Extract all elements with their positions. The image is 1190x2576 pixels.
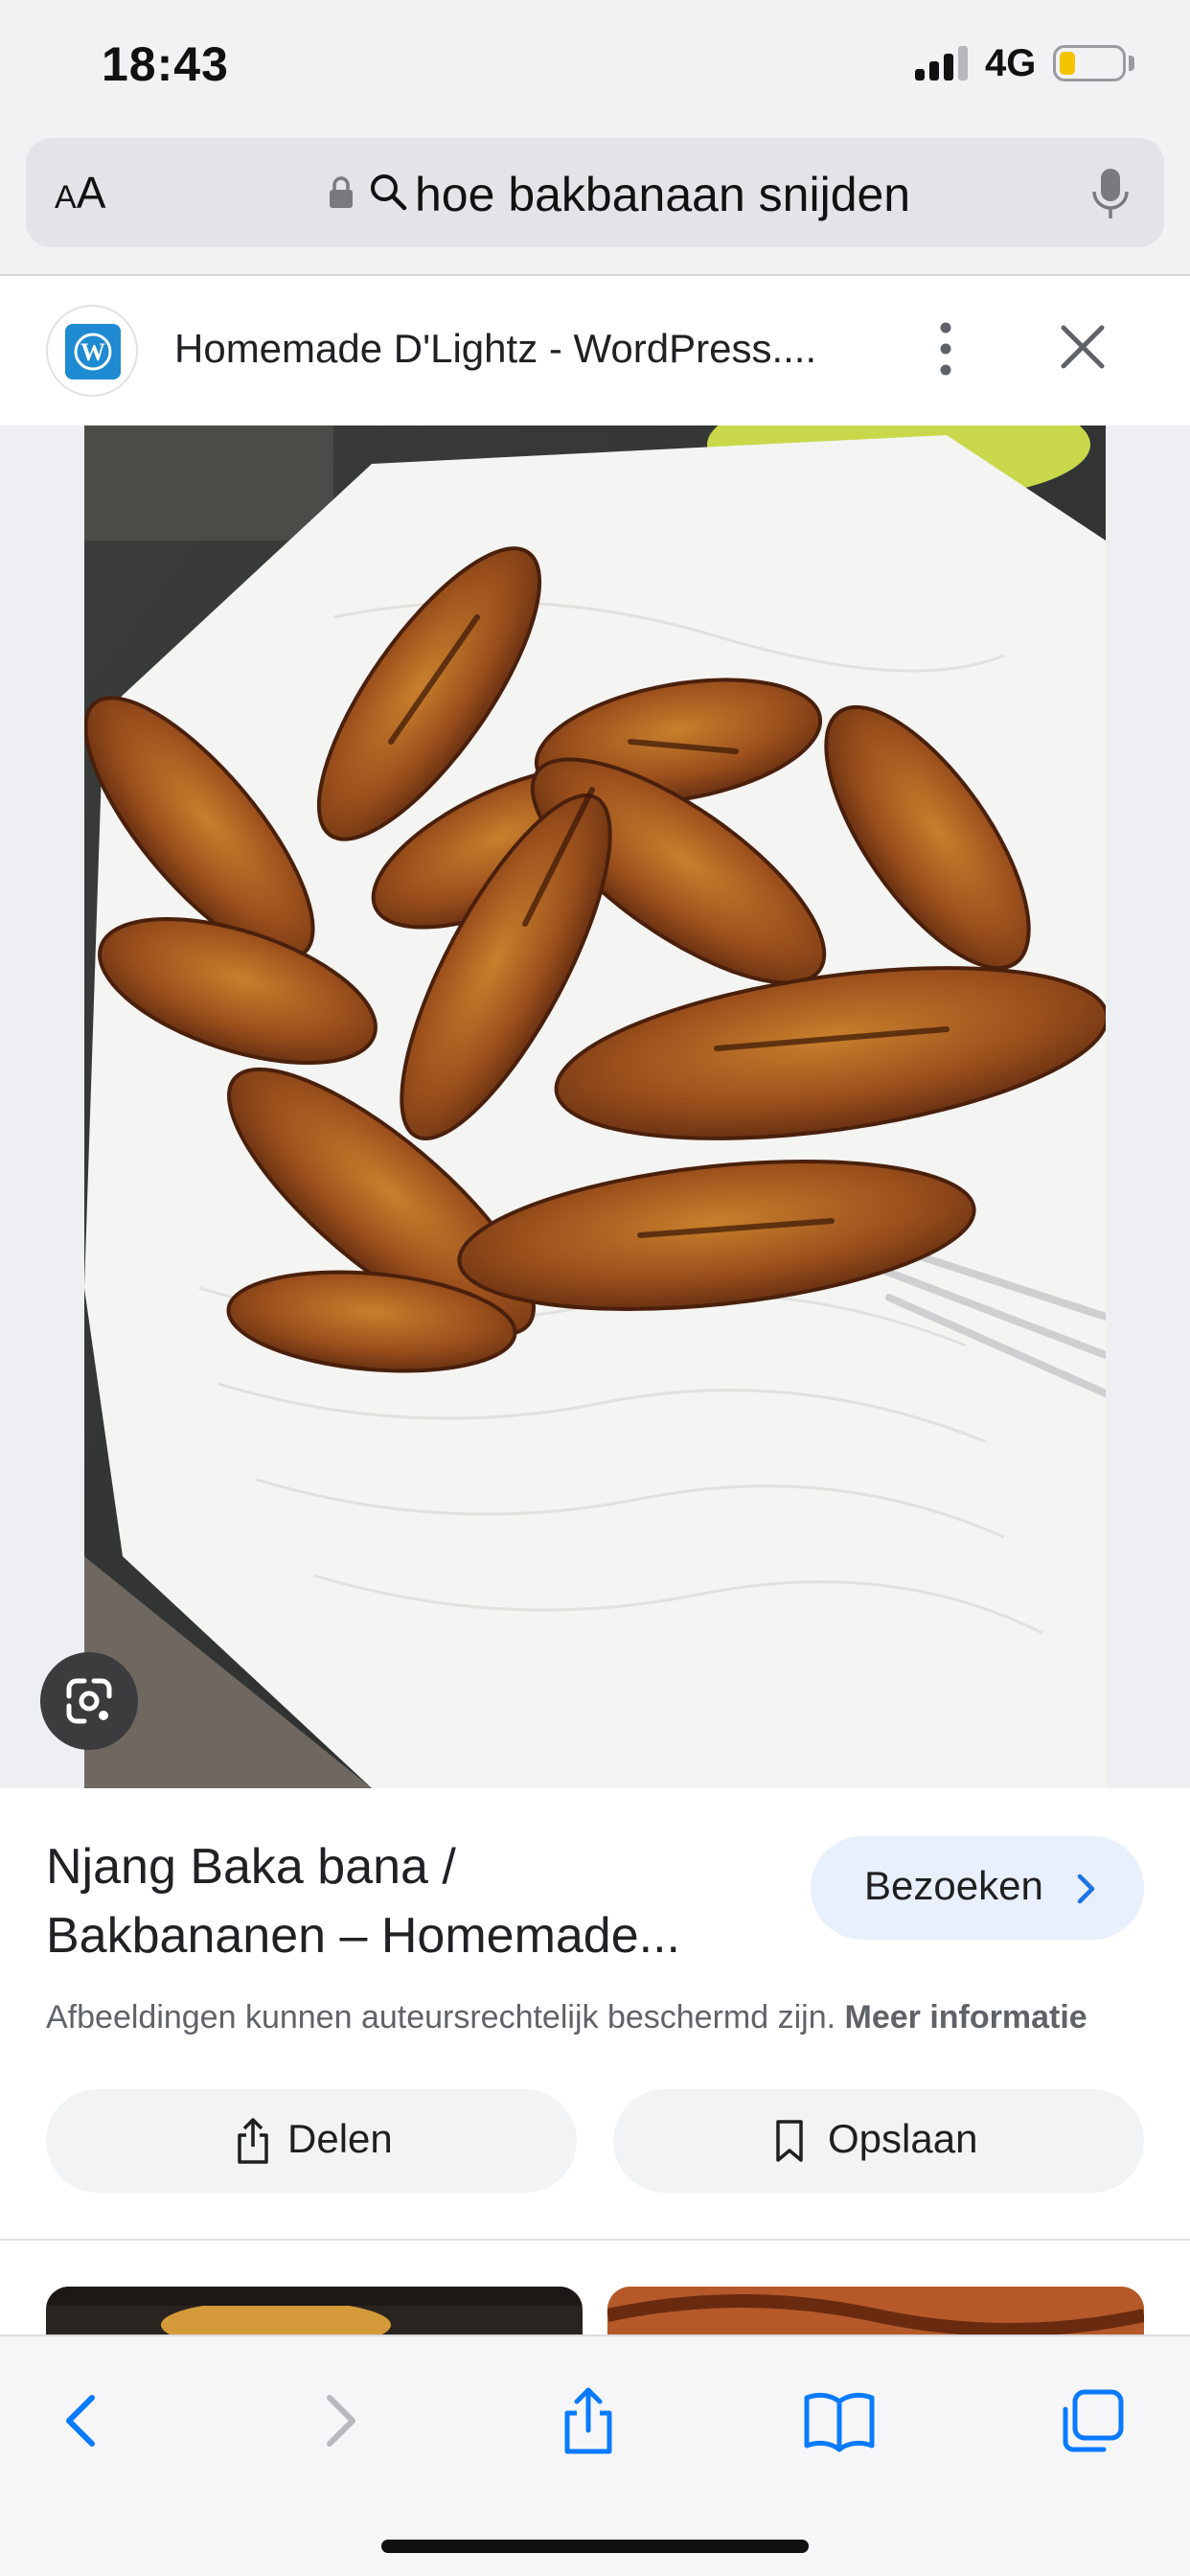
- chevron-left-icon[interactable]: [44, 2382, 121, 2459]
- aa-large-letter: A: [76, 168, 106, 218]
- more-info-link[interactable]: Meer informatie: [845, 1999, 1087, 2036]
- save-label: Opslaan: [828, 2116, 978, 2161]
- address-bar[interactable]: AA hoe bakbanaan snijden: [26, 138, 1164, 247]
- reader-aa-button[interactable]: AA: [55, 167, 105, 218]
- book-icon[interactable]: [801, 2382, 878, 2459]
- visit-button-label: Bezoeken: [864, 1863, 1043, 1908]
- cellular-signal-icon: [915, 46, 969, 80]
- tabs-icon[interactable]: [1054, 2382, 1131, 2459]
- more-vertical-icon[interactable]: [931, 318, 960, 380]
- aa-small-letter: A: [55, 179, 77, 216]
- wordpress-icon: W: [65, 324, 121, 380]
- share-label: Delen: [287, 2116, 393, 2161]
- search-icon: [371, 174, 407, 211]
- close-icon[interactable]: [1058, 322, 1108, 372]
- status-time: 18:43: [102, 37, 229, 91]
- fried-plantain-image[interactable]: [84, 426, 1106, 1788]
- share-icon: [238, 2118, 268, 2164]
- result-title-line2: Bakbananen – Homemade...: [46, 1908, 680, 1964]
- image-area: [0, 426, 1190, 1788]
- share-button[interactable]: Delen: [46, 2089, 577, 2193]
- battery-cap: [1129, 56, 1134, 71]
- home-indicator: [381, 2540, 809, 2553]
- bookmark-icon: [776, 2120, 803, 2162]
- source-header: W Homemade D'Lightz - WordPress....: [0, 278, 1190, 426]
- microphone-icon[interactable]: [1091, 167, 1130, 220]
- site-favicon[interactable]: W: [46, 305, 138, 397]
- bottom-toolbar: [0, 2334, 1190, 2576]
- address-query[interactable]: hoe bakbanaan snijden: [415, 167, 910, 222]
- google-lens-icon: [66, 1678, 112, 1724]
- status-bar: 18:43 4G: [0, 0, 1190, 134]
- google-lens-button[interactable]: [40, 1652, 138, 1750]
- copyright-text: Afbeeldingen kunnen auteursrechtelijk be…: [46, 1999, 836, 2036]
- chevron-right-icon[interactable]: [301, 2382, 378, 2459]
- network-type: 4G: [985, 42, 1037, 84]
- source-title[interactable]: Homemade D'Lightz - WordPress....: [174, 326, 816, 372]
- chevron-right-icon: [1077, 1874, 1095, 1904]
- visit-button[interactable]: Bezoeken: [811, 1836, 1144, 1940]
- divider: [0, 2239, 1190, 2241]
- svg-text:W: W: [80, 338, 105, 366]
- result-title-line1: Njang Baka bana /: [46, 1839, 456, 1895]
- lock-icon: [330, 176, 353, 208]
- copyright-notice: Afbeeldingen kunnen auteursrechtelijk be…: [46, 1999, 1087, 2036]
- address-area: AA hoe bakbanaan snijden: [0, 134, 1190, 276]
- battery-icon: [1053, 45, 1126, 81]
- share-icon[interactable]: [550, 2382, 627, 2459]
- result-title[interactable]: Njang Baka bana / Bakbananen – Homemade.…: [46, 1832, 774, 1970]
- save-button[interactable]: Opslaan: [613, 2089, 1144, 2193]
